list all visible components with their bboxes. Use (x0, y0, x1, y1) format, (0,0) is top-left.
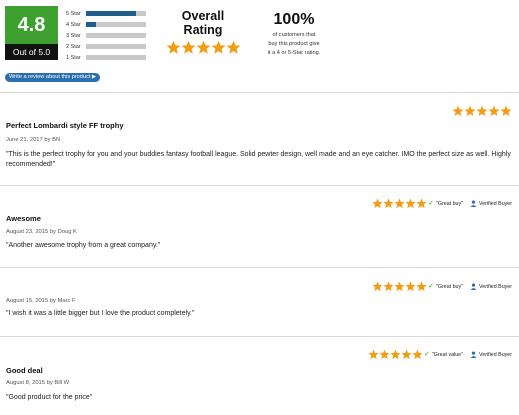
review-stars (368, 349, 423, 360)
star-icon (379, 349, 390, 360)
star-icon (211, 40, 225, 54)
star-icon (394, 281, 405, 292)
review-tag: "Great buy" (435, 283, 464, 290)
star-icon (226, 40, 240, 54)
star-icon (383, 198, 394, 209)
distribution-label: 2 Star (66, 43, 81, 50)
star-icon (181, 40, 195, 54)
review-date-author: June 21, 2017 by BN (6, 137, 61, 143)
review-rating-area: ✓ "Great buy" Verified Buyer (372, 198, 512, 209)
write-review-button[interactable]: Write a review about this product ▶ (5, 73, 101, 82)
review-stars (372, 281, 427, 292)
review-rating-area (452, 105, 512, 117)
review-title: Perfect Lombardi style FF trophy (6, 121, 124, 130)
score-scale: Out of 5.0 (5, 44, 58, 60)
verified-label: Verified Buyer (479, 351, 512, 358)
checkmark-icon: ✓ (428, 283, 434, 290)
verified-buyer: Verified Buyer (470, 200, 512, 207)
distribution-bar (86, 22, 146, 27)
star-icon (464, 105, 476, 117)
review-stars (372, 198, 427, 209)
user-icon (470, 200, 477, 207)
verified-buyer: Verified Buyer (470, 283, 512, 290)
overall-stars (162, 40, 244, 55)
distribution-row-4[interactable]: 4 Star (66, 19, 150, 30)
review-body: "Another awesome trophy from a great com… (6, 242, 161, 249)
overall-title-line-1: Overall (181, 9, 225, 23)
review-body: "This is the perfect trophy for you and … (6, 151, 511, 168)
overall-title-line-2: Rating (183, 23, 223, 37)
star-icon (405, 198, 416, 209)
star-icon (416, 281, 427, 292)
distribution-row-5[interactable]: 5 Star (66, 8, 150, 19)
star-icon (372, 281, 383, 292)
review-tag: "Great value" (431, 351, 464, 358)
distribution-label: 5 Star (66, 10, 81, 17)
distribution-row-1[interactable]: 1 Star (66, 52, 150, 63)
distribution-label: 4 Star (66, 21, 81, 28)
star-icon (401, 349, 412, 360)
star-icon (405, 281, 416, 292)
percentage-text-line-1: of customers that (272, 32, 316, 38)
review-item: Perfect Lombardi style FF trophy June 21… (0, 93, 519, 185)
distribution-fill (86, 22, 96, 27)
review-rating-area: ✓ "Great buy" Verified Buyer (372, 281, 512, 292)
star-icon (383, 281, 394, 292)
distribution-row-3[interactable]: 3 Star (66, 30, 150, 41)
verified-label: Verified Buyer (479, 283, 512, 290)
overall-rating: Overall Rating (162, 9, 244, 55)
star-icon (500, 105, 512, 117)
rating-distribution: 5 Star 4 Star 3 Star 2 Star 1 Star (66, 8, 150, 63)
star-icon (476, 105, 488, 117)
review-item: ✓ "Great buy" Verified Buyer August 15, … (0, 268, 519, 336)
star-icon (166, 40, 180, 54)
checkmark-icon: ✓ (423, 351, 430, 358)
review-tag: "Great buy" (435, 200, 464, 207)
star-icon (390, 349, 401, 360)
review-title: Awesome (6, 214, 41, 223)
user-icon (470, 283, 477, 290)
average-score-badge: 4.8 Out of 5.0 (5, 6, 58, 60)
review-title: Good deal (6, 366, 43, 375)
percentage-value: 100% (273, 11, 315, 28)
average-score: 4.8 (5, 6, 58, 44)
star-icon (372, 198, 383, 209)
star-icon (488, 105, 500, 117)
star-icon (394, 198, 405, 209)
percentage-text-line-3: it a 4 or 5-Star rating. (267, 50, 321, 56)
recommend-percentage: 100% of customers that buy this product … (258, 10, 330, 57)
star-icon (196, 40, 210, 54)
review-date-author: August 15, 2015 by Marc F (6, 298, 76, 304)
distribution-bar (86, 55, 146, 60)
review-date-author: August 23, 2015 by Doug K (6, 229, 77, 235)
distribution-bar (86, 33, 146, 38)
review-stars (452, 105, 512, 117)
verified-label: Verified Buyer (479, 200, 512, 207)
review-rating-area: ✓ "Great value" Verified Buyer (368, 349, 512, 360)
review-body: "Good product for the price" (6, 394, 93, 401)
distribution-bar (86, 11, 146, 16)
review-item: ✓ "Great buy" Verified Buyer Awesome Aug… (0, 186, 519, 267)
checkmark-icon: ✓ (428, 200, 434, 207)
distribution-label: 3 Star (66, 32, 81, 39)
star-icon (412, 349, 423, 360)
star-icon (368, 349, 379, 360)
user-icon (470, 351, 477, 358)
review-date-author: August 8, 2015 by Bill W (6, 380, 70, 386)
distribution-row-2[interactable]: 2 Star (66, 41, 150, 52)
star-icon (416, 198, 427, 209)
percentage-text-line-2: buy this product give (268, 41, 320, 47)
distribution-fill (86, 11, 137, 16)
star-icon (452, 105, 464, 117)
review-body: "I wish it was a little bigger but I lov… (6, 310, 195, 317)
distribution-label: 1 Star (66, 54, 81, 61)
verified-buyer: Verified Buyer (470, 351, 512, 358)
review-item: ✓ "Great value" Verified Buyer Good deal… (0, 337, 519, 415)
distribution-bar (86, 44, 146, 49)
